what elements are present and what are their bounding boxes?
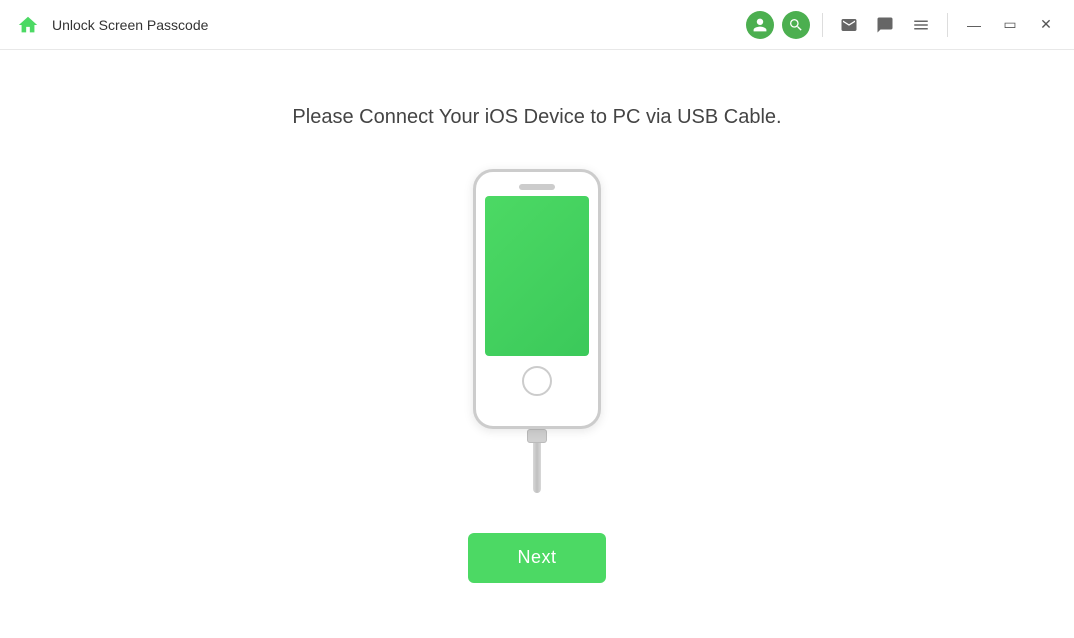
search-music-button[interactable] — [780, 9, 812, 41]
app-title: Unlock Screen Passcode — [52, 17, 208, 33]
phone-home-button — [522, 366, 552, 396]
next-button[interactable]: Next — [468, 533, 606, 583]
divider2 — [947, 13, 948, 37]
mail-button[interactable] — [833, 9, 865, 41]
user-account-button[interactable] — [744, 9, 776, 41]
phone-speaker — [519, 184, 555, 190]
home-icon[interactable] — [12, 9, 44, 41]
close-button[interactable]: ✕ — [1030, 9, 1062, 41]
minimize-button[interactable]: — — [958, 9, 990, 41]
main-content: Please Connect Your iOS Device to PC via… — [0, 50, 1074, 638]
cable-wire — [533, 443, 541, 493]
divider — [822, 13, 823, 37]
menu-button[interactable] — [905, 9, 937, 41]
restore-button[interactable]: ▭ — [994, 9, 1026, 41]
phone-body — [473, 169, 601, 429]
search-music-icon — [782, 11, 810, 39]
titlebar: Unlock Screen Passcode — [0, 0, 1074, 50]
phone-screen — [485, 196, 589, 356]
usb-cable — [527, 429, 547, 493]
user-avatar — [746, 11, 774, 39]
usb-connector — [527, 429, 547, 443]
titlebar-left: Unlock Screen Passcode — [12, 9, 208, 41]
titlebar-right: — ▭ ✕ — [744, 9, 1062, 41]
phone-illustration — [473, 169, 601, 493]
chat-button[interactable] — [869, 9, 901, 41]
instruction-text: Please Connect Your iOS Device to PC via… — [292, 106, 781, 129]
